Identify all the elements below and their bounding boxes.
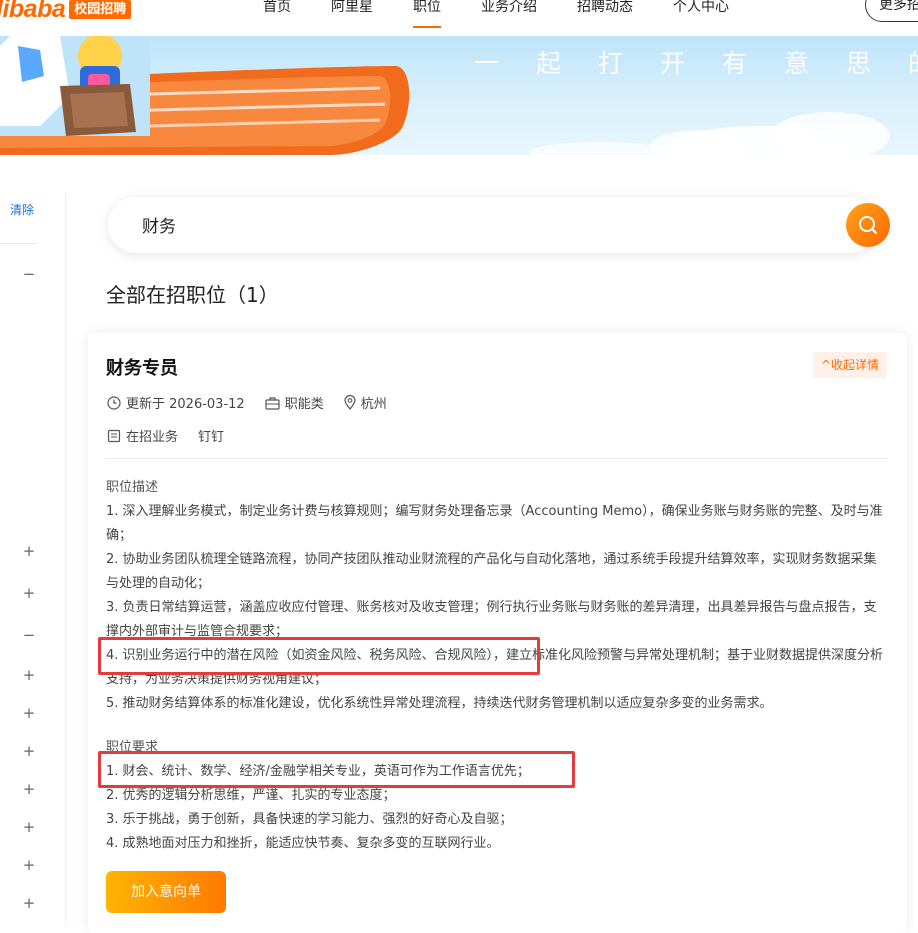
expand-filter-toggle[interactable]: +	[21, 857, 37, 873]
hero-banner: 一起打开有意思的未	[0, 36, 918, 155]
requirement-item: 2. 优秀的逻辑分析思维，严谨、扎实的专业态度；	[106, 788, 396, 803]
description-item: 5. 推动财务结算体系的标准化建设，优化系统性异常处理流程，持续迭代财务管理机制…	[106, 696, 773, 711]
requirement-item: 4. 成熟地面对压力和挫折，能适应快节奏、复杂多变的互联网行业。	[106, 836, 500, 851]
logo-text: libaba	[0, 0, 66, 23]
job-title[interactable]: 财务专员	[106, 354, 178, 380]
results-heading: 全部在招职位（1）	[106, 283, 279, 307]
job-requirements: 1. 财会、统计、数学、经济/金融学相关专业，英语可作为工作语言优先； 2. 优…	[106, 760, 886, 856]
add-to-wishlist-button[interactable]: 加入意向单	[106, 871, 226, 913]
description-item: 3. 负责日常结算运营，涵盖应收应付管理、账务核对及收支管理；例行执行业务账与财…	[106, 600, 877, 639]
sidebar-separator	[0, 243, 36, 244]
collapse-details-button[interactable]: ^收起详情	[813, 352, 887, 378]
briefcase-icon	[265, 396, 280, 410]
expand-filter-toggle[interactable]: +	[21, 743, 37, 759]
job-category: 职能类	[265, 393, 324, 412]
search-icon	[859, 216, 877, 234]
card-divider	[106, 458, 888, 459]
search-bar	[108, 197, 890, 253]
search-input[interactable]	[140, 213, 744, 235]
nav-item-home[interactable]: 首页	[263, 0, 291, 16]
nav-item-alistar[interactable]: 阿里星	[331, 0, 373, 16]
alibaba-logo[interactable]: libaba 校园招聘	[0, 0, 132, 24]
requirement-item: 1. 财会、统计、数学、经济/金融学相关专业，英语可作为工作语言优先；	[106, 764, 530, 779]
job-card: 财务专员 ^收起详情 更新于 2026-03-12 职能类 杭州 在招业务 钉钉…	[88, 333, 907, 933]
requirements-title: 职位要求	[106, 740, 159, 755]
updated-date: 更新于 2026-03-12	[107, 393, 245, 412]
job-location: 杭州	[344, 393, 387, 412]
expand-filter-toggle[interactable]: +	[21, 819, 37, 835]
job-description: 1. 深入理解业务模式，制定业务计费与核算规则；编写财务处理备忘录（Accoun…	[106, 500, 886, 716]
collapse-filter-toggle[interactable]: −	[21, 627, 37, 643]
active-nav-indicator	[413, 26, 441, 28]
nav-item-news[interactable]: 招聘动态	[577, 0, 633, 16]
nav-item-business[interactable]: 业务介绍	[481, 0, 537, 16]
description-item: 2. 协助业务团队梳理全链路流程，协同产技团队推动业财流程的产品化与自动化落地，…	[106, 552, 877, 591]
expand-filter-toggle[interactable]: +	[21, 705, 37, 721]
collapse-filter-toggle[interactable]: −	[21, 266, 37, 282]
nav-item-positions[interactable]: 职位	[413, 0, 441, 16]
expand-filter-toggle[interactable]: +	[21, 543, 37, 559]
expand-filter-toggle[interactable]: +	[21, 895, 37, 911]
job-meta-row: 更新于 2026-03-12 职能类 杭州	[107, 393, 407, 412]
building-icon	[107, 429, 121, 442]
expand-filter-toggle[interactable]: +	[21, 667, 37, 683]
business-row: 在招业务 钉钉	[107, 426, 244, 445]
description-item: 1. 深入理解业务模式，制定业务计费与核算规则；编写财务处理备忘录（Accoun…	[106, 504, 883, 543]
more-jobs-button[interactable]: 更多招	[865, 0, 918, 22]
description-title: 职位描述	[106, 480, 159, 495]
nav-item-personal-center[interactable]: 个人中心	[673, 0, 729, 16]
banner-slogan: 一起打开有意思的未	[474, 49, 918, 78]
top-navigation: libaba 校园招聘 首页 阿里星 职位 业务介绍 招聘动态 个人中心 更多招	[0, 0, 918, 36]
location-pin-icon	[344, 395, 356, 410]
sidebar-divider	[65, 193, 66, 925]
category-text: 职能类	[284, 397, 324, 412]
requirement-item: 3. 乐于挑战，勇于创新，具备快速的学习能力、强烈的好奇心及自驱；	[106, 812, 513, 827]
clock-icon	[107, 395, 121, 410]
business-name: 钉钉	[198, 430, 225, 445]
expand-filter-toggle[interactable]: +	[21, 781, 37, 797]
logo-badge: 校园招聘	[69, 0, 132, 19]
updated-text: 更新于 2026-03-12	[126, 397, 245, 412]
business-label-group: 在招业务	[107, 426, 178, 445]
business-label: 在招业务	[126, 430, 179, 445]
location-text: 杭州	[360, 397, 387, 412]
expand-filter-toggle[interactable]: +	[21, 585, 37, 601]
description-item: 4. 识别业务运行中的潜在风险（如资金风险、税务风险、合规风险），建立标准化风险…	[106, 648, 884, 687]
clear-filters-link[interactable]: 清除	[10, 201, 34, 218]
search-button[interactable]	[846, 203, 890, 247]
